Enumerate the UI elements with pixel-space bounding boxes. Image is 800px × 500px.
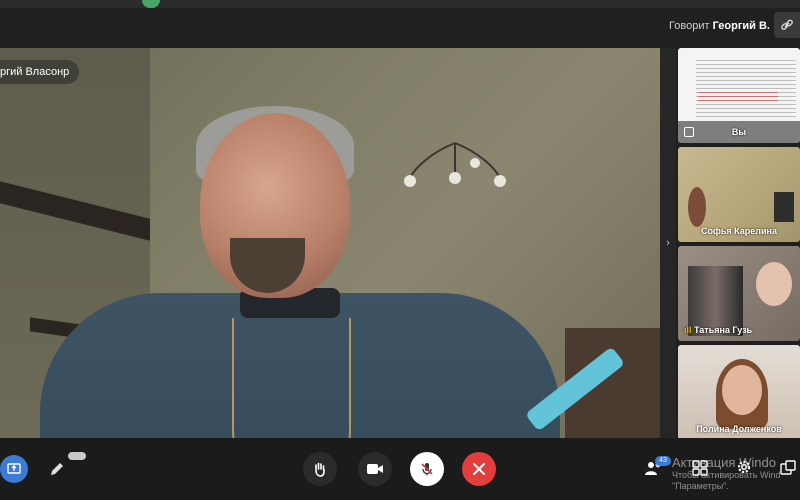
microphone-button[interactable]: [410, 452, 444, 486]
screen-share-button[interactable]: [0, 455, 28, 483]
participant-face: [722, 365, 762, 415]
browser-strip: [0, 0, 800, 8]
tile-background-object: [688, 187, 706, 227]
participant-name: ıll Татьяна Гузь: [684, 325, 753, 335]
close-icon: [473, 463, 485, 475]
audio-level-icon: ıll: [684, 325, 695, 335]
speaker-name-tag: ргий Власонр: [0, 60, 80, 84]
main-video-feed[interactable]: ргий Власонр: [0, 48, 660, 438]
pen-icon[interactable]: [48, 460, 66, 478]
leave-call-button[interactable]: [462, 452, 496, 486]
participants-count-badge: 43: [655, 456, 671, 466]
video-chain: [232, 318, 351, 438]
bottom-toolbar: 43: [0, 438, 800, 500]
chevron-right-icon: ›: [666, 237, 670, 249]
gear-icon[interactable]: [735, 458, 753, 476]
video-chandelier: [404, 142, 506, 187]
shared-screen-text: [696, 60, 796, 120]
copy-link-button[interactable]: [774, 12, 800, 38]
raise-hand-button[interactable]: [303, 452, 337, 486]
mic-muted-icon: [421, 463, 433, 476]
participant-face: [756, 262, 792, 306]
active-speaker-indicator: Говорит Георгий В.: [669, 20, 770, 32]
participant-tile[interactable]: ıll Татьяна Гузь: [678, 246, 800, 341]
camera-icon: [367, 464, 383, 474]
speaking-prefix: Говорит: [669, 20, 710, 32]
camera-button[interactable]: [358, 452, 392, 486]
grid-view-icon[interactable]: [692, 460, 708, 476]
tile-background-object: [774, 192, 794, 222]
link-icon: [781, 19, 793, 30]
participant-name: Полина Долженков: [696, 424, 782, 434]
participant-tile-self[interactable]: Вы: [678, 48, 800, 143]
participant-name: Софья Карелина: [701, 226, 777, 236]
participant-tile[interactable]: Полина Долженков: [678, 345, 800, 440]
raise-hand-icon: [315, 462, 325, 477]
top-bar: Говорит Георгий В.: [0, 0, 800, 48]
shared-screen-highlight: [698, 92, 778, 102]
sidebar-toggle[interactable]: ›: [660, 48, 676, 438]
participant-name: Вы: [731, 127, 747, 137]
screen-share-icon: [7, 463, 21, 474]
speaking-name: Георгий В.: [712, 20, 770, 32]
layout-icon[interactable]: [780, 460, 796, 476]
participant-tile[interactable]: Софья Карелина: [678, 147, 800, 242]
draw-badge: [68, 452, 86, 460]
